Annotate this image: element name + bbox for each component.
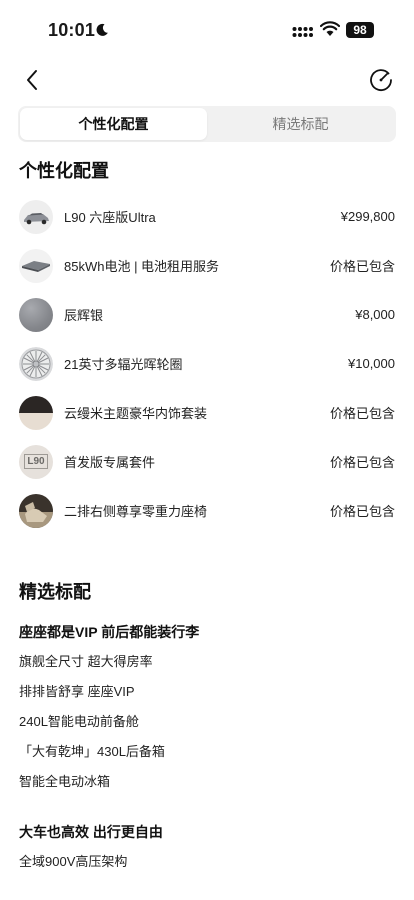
config-item: 云缦米主题豪华内饰套装 价格已包含	[0, 388, 414, 437]
status-time: 10:01	[48, 20, 96, 40]
status-bar: 10:01 98	[0, 0, 414, 56]
config-item-name: 辰辉银	[64, 308, 104, 323]
tab-standard-features[interactable]: 精选标配	[207, 108, 394, 140]
config-item-price: ¥299,800	[340, 209, 395, 224]
config-item-name: L90 六座版Ultra	[64, 210, 156, 225]
config-item-price: 价格已包含	[329, 259, 395, 274]
config-item-price: ¥10,000	[348, 356, 395, 371]
nav-bar	[0, 62, 414, 98]
config-item-name: 首发版专属套件	[64, 455, 156, 470]
config-item-name: 21英寸多辐光晖轮圈	[64, 357, 183, 372]
seat-thumbnail-icon	[19, 493, 53, 528]
chevron-left-icon	[27, 70, 37, 90]
feature-line: 旗舰全尺寸 超大得房率	[19, 654, 153, 669]
config-item-price: 价格已包含	[329, 406, 395, 421]
config-item-price: 价格已包含	[329, 504, 395, 519]
feature-line: 「大有乾坤」430L后备箱	[19, 744, 165, 759]
config-item: 二排右侧尊享零重力座椅 价格已包含	[0, 486, 414, 535]
config-item-name: 85kWh电池 | 电池租用服务	[64, 259, 220, 274]
cellular-signal-icon	[292, 27, 313, 37]
battery-indicator: 98	[346, 22, 374, 38]
segmented-tabs: 个性化配置 精选标配	[18, 106, 396, 142]
config-item-name: 二排右侧尊享零重力座椅	[64, 504, 208, 519]
standard-section-title: 精选标配	[19, 582, 91, 602]
feature-group-heading: 大车也高效 出行更自由	[19, 824, 163, 840]
feature-group-heading: 座座都是VIP 前后都能装行李	[19, 624, 200, 640]
badge-thumbnail-icon: L90	[19, 444, 53, 479]
config-list: L90 六座版Ultra ¥299,800 85kWh电池 | 电池租用服务 价…	[0, 192, 414, 535]
config-item: 21英寸多辐光晖轮圈 ¥10,000	[0, 339, 414, 388]
config-item-price: ¥8,000	[355, 307, 395, 322]
badge-text: L90	[24, 454, 48, 469]
feature-line: 智能全电动冰箱	[19, 774, 111, 789]
car-thumbnail-icon	[19, 199, 53, 234]
personal-section-title: 个性化配置	[19, 161, 109, 181]
config-item: L90 首发版专属套件 价格已包含	[0, 437, 414, 486]
interior-swatch-icon	[19, 395, 53, 430]
moon-icon	[96, 23, 108, 36]
config-item: L90 六座版Ultra ¥299,800	[0, 192, 414, 241]
tab-personalized-config[interactable]: 个性化配置	[20, 108, 207, 140]
config-item-name: 云缦米主题豪华内饰套装	[64, 406, 208, 421]
config-item: 85kWh电池 | 电池租用服务 价格已包含	[0, 241, 414, 290]
wifi-icon	[320, 21, 340, 36]
battery-level: 98	[353, 23, 367, 37]
config-item: 辰辉银 ¥8,000	[0, 290, 414, 339]
silver-paint-swatch-icon	[19, 297, 53, 332]
back-button[interactable]	[20, 66, 44, 94]
config-item-price: 价格已包含	[329, 455, 395, 470]
feature-group: 大车也高效 出行更自由 全域900V高压架构	[19, 817, 399, 869]
feature-line: 排排皆舒享 座座VIP	[19, 684, 135, 699]
speedometer-icon[interactable]	[368, 67, 394, 93]
feature-line: 240L智能电动前备舱	[19, 714, 139, 729]
feature-group: 座座都是VIP 前后都能装行李 旗舰全尺寸 超大得房率 排排皆舒享 座座VIP …	[19, 617, 399, 797]
battery-pack-thumbnail-icon	[19, 248, 53, 283]
feature-line: 全域900V高压架构	[19, 854, 128, 869]
wheel-rim-thumbnail-icon	[19, 346, 53, 381]
